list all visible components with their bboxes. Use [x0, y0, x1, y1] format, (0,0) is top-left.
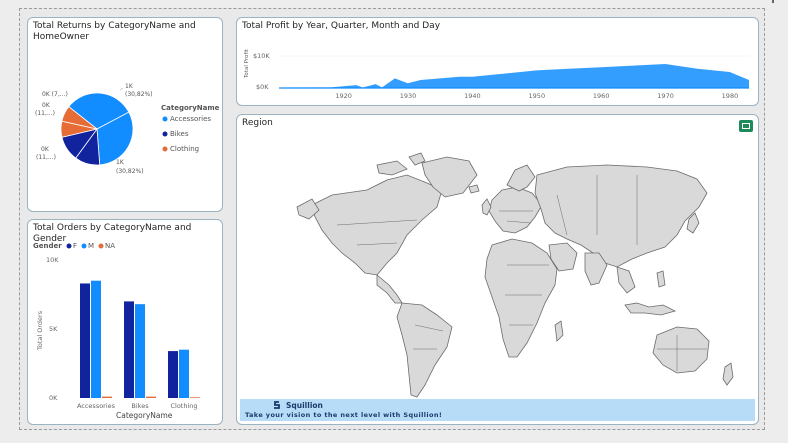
brand-name: Squillion: [286, 401, 323, 410]
map-southeast-asia: [616, 266, 636, 294]
pie-label-2b: (30,82%): [116, 168, 144, 175]
region-map-card[interactable]: Region Squillion Take your vision to the…: [236, 114, 759, 425]
map-new-zealand: [722, 362, 734, 386]
legend-na-swatch: [98, 243, 104, 249]
brand-tagline: Take your vision to the next level with …: [245, 411, 443, 419]
map-north-america: [311, 174, 443, 276]
map-madagascar: [554, 320, 564, 342]
orders-x-ticks: Accessories Bikes Clothing: [77, 402, 198, 410]
legend-accessories[interactable]: Accessories: [170, 115, 211, 123]
profit-xtick-1970: 1970: [657, 92, 674, 100]
orders-xtick-clothing: Clothing: [170, 402, 197, 410]
orders-legend-title: Gender: [33, 242, 62, 250]
bar-bikes-m[interactable]: [135, 304, 145, 398]
bar-accessories-f[interactable]: [80, 283, 90, 398]
window-corner-marker: [772, 0, 774, 3]
bar-clothing-na[interactable]: [190, 397, 200, 398]
bar-bikes-f[interactable]: [124, 301, 134, 398]
profit-chart-card[interactable]: Total Profit by Year, Quarter, Month and…: [236, 17, 759, 106]
legend-clothing-swatch: [162, 146, 168, 152]
orders-ylabel: Total Orders: [36, 310, 44, 351]
map-scandinavia: [506, 164, 536, 192]
profit-area-chart[interactable]: Total Profit $10K $0K 1920 1930 1940 1950 19…: [237, 18, 759, 106]
world-map[interactable]: [237, 135, 759, 415]
pie-label-1a: 1K: [125, 83, 134, 90]
profit-ytick-0k: $0K: [256, 83, 269, 91]
bar-bikes-na[interactable]: [146, 396, 156, 398]
returns-pie-chart[interactable]: 1K (30,82%) 1K (30,82%) 0K (11,...) 0K (…: [28, 18, 223, 212]
pie-label-2a: 1K: [116, 159, 125, 166]
map-australia: [652, 326, 710, 374]
map-indonesia: [624, 302, 677, 316]
profit-series: [279, 64, 749, 89]
bar-clothing-f[interactable]: [168, 351, 178, 398]
legend-m[interactable]: M: [88, 242, 94, 250]
map-philippines: [656, 270, 666, 288]
orders-ytick-0k: 0K: [49, 394, 58, 402]
orders-bar-chart[interactable]: Gender F M NA 10K 5K 0K Total Orders Acc…: [28, 220, 223, 425]
pie-slices: [60, 92, 134, 166]
bar-clothing-m[interactable]: [179, 349, 189, 398]
pie-label-3b: (11,...): [35, 110, 55, 117]
brand-banner: Squillion Take your vision to the next l…: [240, 399, 755, 421]
legend-bikes-swatch: [162, 131, 168, 137]
pie-label-1b: (30,82%): [125, 91, 153, 98]
profit-xtick-1950: 1950: [529, 92, 546, 100]
map-title: Region: [242, 118, 273, 128]
legend-bikes[interactable]: Bikes: [170, 130, 189, 138]
legend-accessories-swatch: [162, 116, 168, 122]
map-south-america: [396, 302, 453, 398]
pie-label-4b: (11,...): [36, 154, 56, 161]
pie-label-5: 0K (7,...): [42, 91, 68, 98]
profit-x-ticks: 1920 1930 1940 1950 1960 1970 1980: [335, 92, 738, 100]
profit-xtick-1960: 1960: [593, 92, 610, 100]
pie-legend-title: CategoryName: [161, 104, 220, 112]
bar-accessories-m[interactable]: [91, 280, 101, 398]
orders-bars: [80, 280, 200, 398]
profit-ytick-10k: $10K: [253, 52, 270, 60]
pie-label-4a: 0K: [41, 146, 50, 153]
legend-na[interactable]: NA: [105, 242, 115, 250]
export-data-icon[interactable]: [739, 120, 753, 132]
map-iceland: [468, 184, 480, 194]
profit-xtick-1920: 1920: [335, 92, 352, 100]
profit-ylabel: Total Profit: [244, 48, 250, 79]
profit-area[interactable]: [279, 64, 749, 88]
profit-xtick-1980: 1980: [722, 92, 739, 100]
squillion-logo-icon: [274, 401, 280, 409]
pie-label-3a: 0K: [42, 102, 51, 109]
map-arctic-islands: [376, 152, 426, 176]
orders-ytick-10k: 10K: [46, 256, 59, 264]
orders-xlabel: CategoryName: [116, 411, 173, 420]
bar-accessories-na[interactable]: [102, 396, 112, 398]
orders-bar-card[interactable]: Total Orders by CategoryName and Gender …: [27, 219, 223, 425]
profit-xtick-1940: 1940: [464, 92, 481, 100]
map-europe: [488, 186, 543, 234]
returns-pie-card[interactable]: Total Returns by CategoryName and HomeOw…: [27, 17, 223, 212]
orders-ytick-5k: 5K: [49, 325, 58, 333]
orders-xtick-accessories: Accessories: [77, 402, 116, 410]
map-central-america: [376, 274, 403, 304]
legend-clothing[interactable]: Clothing: [170, 145, 199, 153]
legend-f-swatch: [66, 243, 72, 249]
profit-xtick-1930: 1930: [400, 92, 417, 100]
legend-f[interactable]: F: [73, 242, 77, 250]
legend-m-swatch: [81, 243, 87, 249]
orders-xtick-bikes: Bikes: [131, 402, 149, 410]
map-africa: [484, 238, 558, 358]
